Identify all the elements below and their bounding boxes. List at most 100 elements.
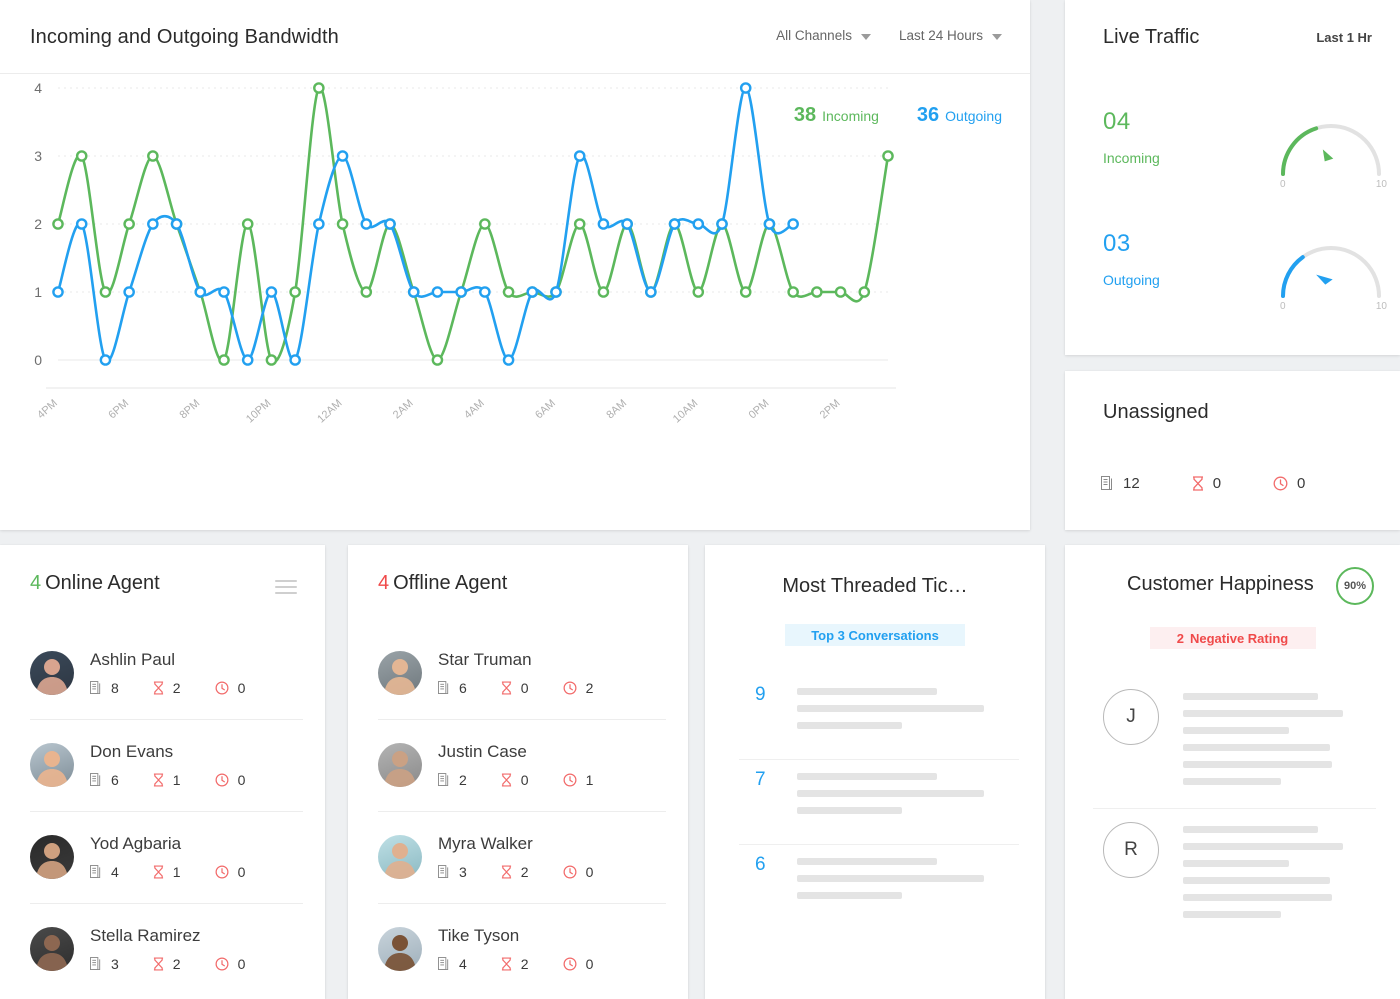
customer-happiness-title: Customer Happiness	[1127, 573, 1314, 596]
agent-tickets-value: 8	[111, 680, 119, 696]
channel-filter-label: All Channels	[776, 28, 852, 43]
bandwidth-line-chart[interactable]: 012344PM6PM8PM10PM12AM2AM4AM6AM8AM10AM0P…	[0, 74, 1030, 530]
agent-overdue-value: 2	[521, 956, 529, 972]
threaded-ticket-row[interactable]: 7	[705, 759, 1045, 844]
svg-text:2AM: 2AM	[391, 397, 416, 421]
customer-happiness-header: Customer Happiness 90%	[1065, 545, 1400, 619]
threaded-ticket-row[interactable]: 9	[705, 674, 1045, 759]
svg-text:6AM: 6AM	[533, 397, 558, 421]
unassigned-due-stat: 0	[1273, 475, 1305, 492]
negative-rating-label: Negative Rating	[1190, 631, 1288, 646]
svg-text:0PM: 0PM	[747, 397, 772, 421]
agent-due-value: 2	[586, 680, 594, 696]
tickets-icon	[438, 957, 450, 971]
agent-row[interactable]: Justin Case 2 0 1	[348, 719, 688, 811]
agent-tickets-value: 2	[459, 772, 467, 788]
threaded-ticket-row[interactable]: 6	[705, 844, 1045, 929]
agent-overdue-stat: 0	[501, 680, 529, 696]
dashboard-page: Incoming and Outgoing Bandwidth All Chan…	[0, 0, 1400, 999]
placeholder-line	[1183, 778, 1281, 785]
agent-stats: 8 2 0	[90, 680, 245, 696]
agent-tickets-stat: 4	[90, 864, 119, 880]
agent-due-value: 0	[238, 772, 246, 788]
agent-row[interactable]: Ashlin Paul 8 2 0	[0, 627, 325, 719]
chevron-down-icon	[992, 34, 1002, 40]
clock-icon	[215, 865, 229, 879]
outgoing-gauge-min: 0	[1280, 301, 1286, 312]
unassigned-title: Unassigned	[1103, 401, 1209, 424]
avatar-initial: R	[1103, 822, 1159, 878]
placeholder-line	[1183, 877, 1330, 884]
placeholder-line	[1183, 744, 1330, 751]
placeholder-line	[797, 875, 984, 882]
agent-tickets-stat: 8	[90, 680, 119, 696]
agent-overdue-value: 1	[173, 864, 181, 880]
svg-text:4AM: 4AM	[462, 397, 487, 421]
placeholder-line	[1183, 693, 1318, 700]
agent-tickets-stat: 6	[90, 772, 119, 788]
ticket-placeholder-lines	[797, 684, 1015, 729]
rating-placeholder-lines	[1183, 822, 1376, 941]
unassigned-overdue-value: 0	[1213, 475, 1221, 492]
agent-overdue-stat: 1	[153, 864, 181, 880]
agent-due-stat: 1	[563, 772, 594, 788]
placeholder-line	[797, 722, 902, 729]
clock-icon	[1273, 476, 1288, 491]
placeholder-line	[797, 688, 937, 695]
agent-tickets-value: 3	[111, 956, 119, 972]
agent-row[interactable]: Tike Tyson 4 2 0	[348, 903, 688, 995]
offline-agents-card: 4Offline Agent Star Truman 6	[348, 545, 688, 999]
clock-icon	[215, 957, 229, 971]
avatar	[378, 835, 422, 879]
agent-row[interactable]: Myra Walker 3 2 0	[348, 811, 688, 903]
tickets-icon	[438, 865, 450, 879]
agent-due-value: 0	[238, 680, 246, 696]
unassigned-due-value: 0	[1297, 475, 1305, 492]
agent-tickets-value: 4	[459, 956, 467, 972]
agent-row[interactable]: Yod Agbaria 4 1 0	[0, 811, 325, 903]
agent-overdue-value: 0	[521, 680, 529, 696]
svg-text:3: 3	[34, 148, 42, 164]
agent-overdue-value: 2	[521, 864, 529, 880]
svg-text:6PM: 6PM	[106, 397, 131, 421]
happiness-percent-ring: 90%	[1336, 567, 1374, 605]
placeholder-line	[1183, 761, 1332, 768]
agent-stats: 3 2 0	[90, 956, 245, 972]
agent-tickets-stat: 3	[438, 864, 467, 880]
agent-info: Stella Ramirez 3 2 0	[90, 926, 245, 972]
unassigned-overdue-stat: 0	[1192, 475, 1221, 492]
clock-icon	[215, 681, 229, 695]
placeholder-line	[1183, 911, 1281, 918]
agent-due-stat: 0	[563, 864, 594, 880]
bandwidth-header: Incoming and Outgoing Bandwidth All Chan…	[0, 0, 1030, 74]
agent-overdue-stat: 1	[153, 772, 181, 788]
online-agents-count: 4	[30, 572, 41, 594]
channel-filter-dropdown[interactable]: All Channels	[776, 28, 871, 43]
tickets-icon	[438, 681, 450, 695]
agent-stats: 4 2 0	[438, 956, 593, 972]
agent-tickets-stat: 2	[438, 772, 467, 788]
clock-icon	[563, 773, 577, 787]
agent-name: Star Truman	[438, 650, 593, 670]
agent-row[interactable]: Star Truman 6 0 2	[348, 627, 688, 719]
hourglass-icon	[501, 681, 512, 695]
tickets-icon	[438, 773, 450, 787]
hamburger-menu-icon[interactable]	[275, 580, 297, 594]
incoming-gauge: 0 10	[1271, 102, 1391, 188]
svg-text:8PM: 8PM	[177, 397, 202, 421]
happiness-row[interactable]: J	[1065, 675, 1400, 808]
agent-row[interactable]: Don Evans 6 1 0	[0, 719, 325, 811]
placeholder-line	[1183, 860, 1289, 867]
agent-row[interactable]: Stella Ramirez 3 2 0	[0, 903, 325, 995]
unassigned-stats: 12 0 0	[1101, 475, 1305, 492]
time-range-dropdown[interactable]: Last 24 Hours	[899, 28, 1002, 43]
placeholder-line	[797, 705, 984, 712]
agent-info: Ashlin Paul 8 2 0	[90, 650, 245, 696]
agent-stats: 4 1 0	[90, 864, 245, 880]
clock-icon	[563, 681, 577, 695]
agent-overdue-value: 1	[173, 772, 181, 788]
hourglass-icon	[1192, 476, 1204, 491]
happiness-row[interactable]: R	[1065, 808, 1400, 941]
clock-icon	[215, 773, 229, 787]
agent-name: Stella Ramirez	[90, 926, 245, 946]
